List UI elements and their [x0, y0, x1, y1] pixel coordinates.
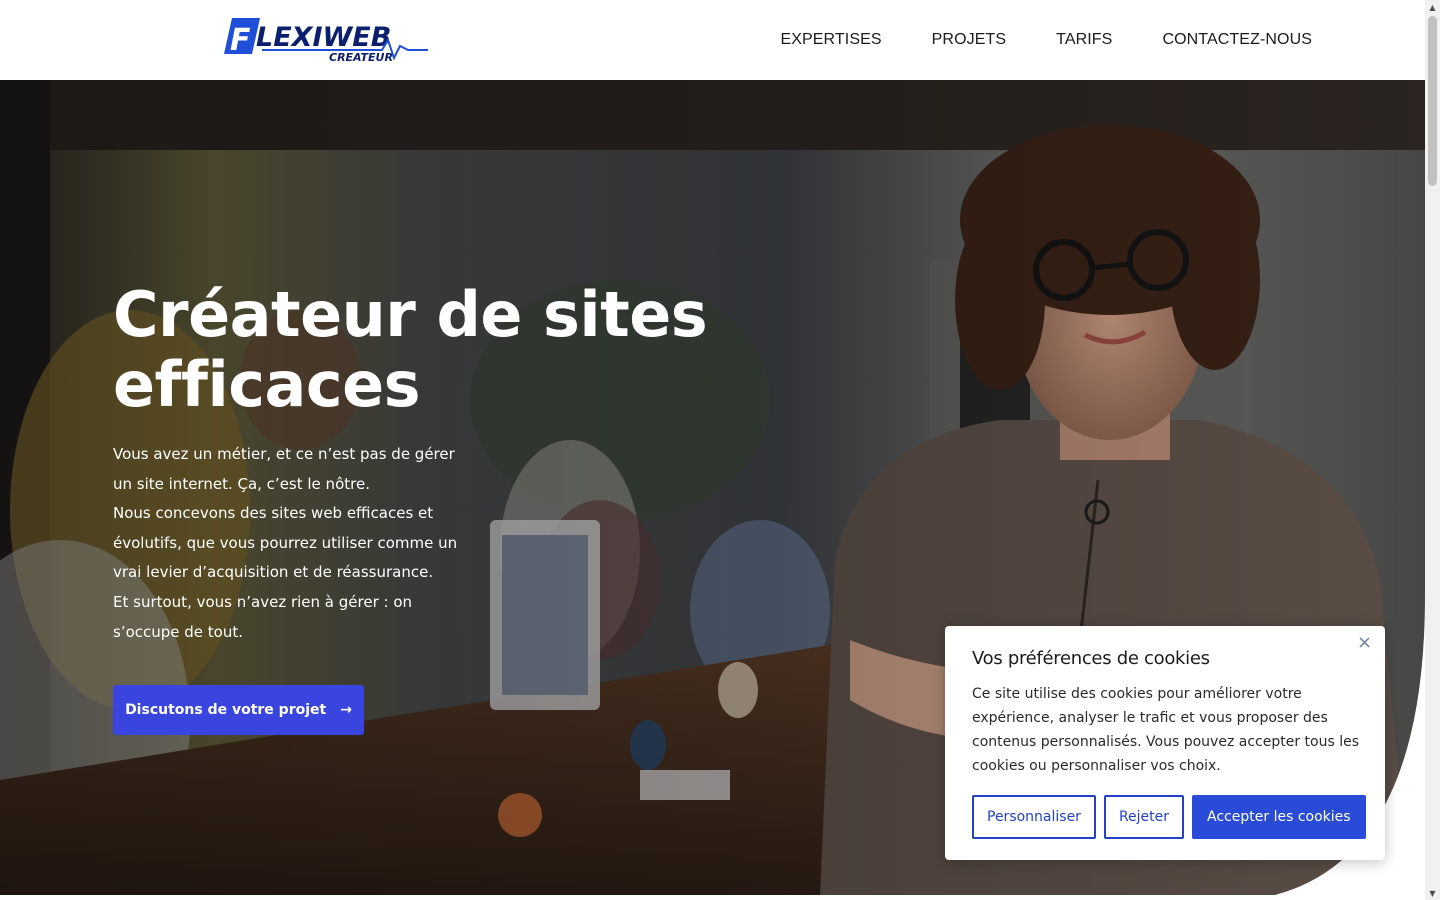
hero-title-line2: efficaces [113, 348, 421, 421]
hero-paragraph-1: Vous avez un métier, et ce n’est pas de … [113, 445, 455, 493]
discuss-project-button[interactable]: Discutons de votre projet → [113, 685, 364, 735]
page-scrollbar[interactable]: ▲ ▼ [1425, 0, 1440, 900]
scroll-down-icon[interactable]: ▼ [1425, 886, 1440, 900]
hero-paragraph-3: Et surtout, vous n’avez rien à gérer : o… [113, 592, 413, 641]
scroll-up-icon[interactable]: ▲ [1425, 0, 1440, 14]
nav-expertises[interactable]: EXPERTISES [780, 31, 881, 49]
reject-cookies-button[interactable]: Rejeter [1103, 795, 1185, 839]
hero-title-line1: Créateur de sites [113, 278, 708, 351]
discuss-project-label: Discutons de votre projet [125, 702, 327, 718]
cookie-text: Ce site utilise des cookies pour amélior… [972, 686, 1359, 774]
site-header: F LEXIWEB CREATEUR EXPERTISES PROJETS TA… [0, 0, 1425, 80]
nav-contact[interactable]: CONTACTEZ-NOUS [1162, 31, 1312, 49]
scrollbar-thumb[interactable] [1428, 16, 1437, 186]
cookie-actions: Personnaliser Rejeter Accepter les cooki… [972, 795, 1366, 839]
cookie-title: Vos préférences de cookies [972, 648, 1210, 669]
page-bottom-edge [0, 895, 1425, 900]
cookie-consent-dialog: × Vos préférences de cookies Ce site uti… [945, 626, 1385, 860]
svg-text:CREATEUR: CREATEUR [329, 51, 393, 64]
flexiweb-logo[interactable]: F LEXIWEB CREATEUR [222, 16, 432, 64]
nav-projets[interactable]: PROJETS [932, 31, 1007, 49]
hero-title: Créateur de sites efficaces [113, 280, 753, 420]
customize-cookies-button[interactable]: Personnaliser [972, 795, 1096, 839]
main-nav: EXPERTISES PROJETS TARIFS CONTACTEZ-NOUS [730, 0, 1312, 80]
close-icon[interactable]: × [1357, 634, 1372, 652]
nav-tarifs[interactable]: TARIFS [1056, 31, 1112, 49]
svg-text:LEXIWEB: LEXIWEB [256, 22, 391, 53]
hero-paragraph-2: Nous concevons des sites web efficaces e… [113, 504, 458, 582]
accept-cookies-button[interactable]: Accepter les cookies [1192, 795, 1366, 839]
svg-text:F: F [230, 23, 251, 58]
arrow-right-icon: → [340, 702, 352, 718]
hero-description: Vous avez un métier, et ce n’est pas de … [113, 440, 458, 647]
